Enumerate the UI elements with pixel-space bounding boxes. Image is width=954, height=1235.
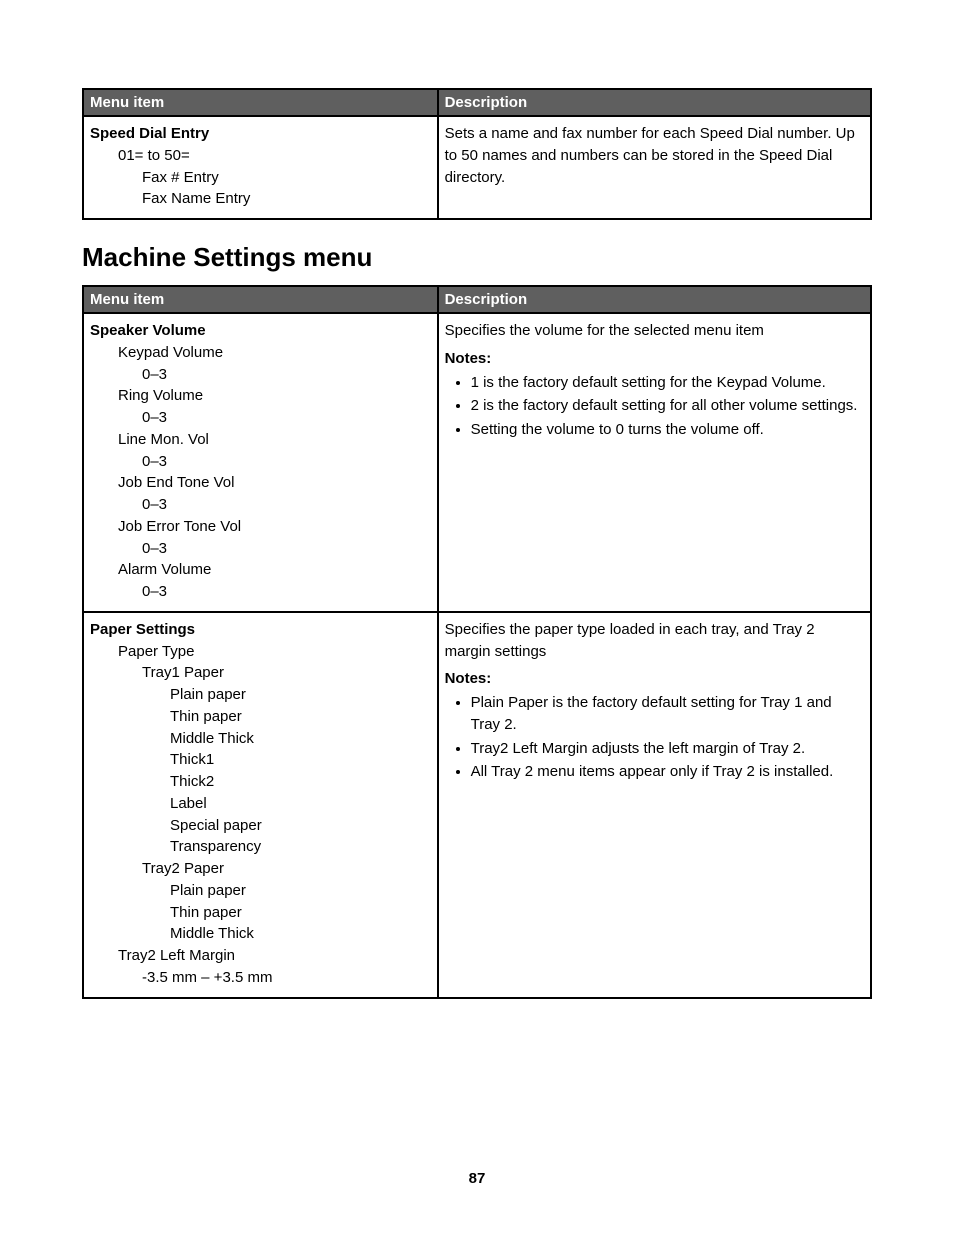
menu-sub-item: Job Error Tone Vol — [90, 516, 431, 538]
menu-option: Thin paper — [90, 902, 431, 924]
menu-sub-item: Paper Type — [90, 641, 431, 663]
menu-option: Middle Thick — [90, 728, 431, 750]
menu-item-title: Speaker Volume — [90, 320, 431, 342]
menu-item-cell: Speed Dial Entry 01= to 50= Fax # Entry … — [83, 116, 438, 219]
menu-item-cell: Paper Settings Paper Type Tray1 Paper Pl… — [83, 612, 438, 998]
header-menu-item: Menu item — [83, 286, 438, 313]
menu-sub-item: Keypad Volume — [90, 342, 431, 364]
machine-settings-table: Menu item Description Speaker Volume Key… — [82, 285, 872, 999]
note-item: Plain Paper is the factory default setti… — [471, 692, 864, 736]
menu-item-title: Speed Dial Entry — [90, 123, 431, 145]
table-header-row: Menu item Description — [83, 286, 871, 313]
note-item: 1 is the factory default setting for the… — [471, 372, 864, 394]
menu-sub-item: Alarm Volume — [90, 559, 431, 581]
table-row: Paper Settings Paper Type Tray1 Paper Pl… — [83, 612, 871, 998]
menu-option: Plain paper — [90, 880, 431, 902]
document-page: Menu item Description Speed Dial Entry 0… — [0, 0, 954, 1235]
notes-label: Notes: — [445, 668, 864, 690]
menu-option: Thick1 — [90, 749, 431, 771]
menu-range: 0–3 — [90, 407, 431, 429]
menu-range: 0–3 — [90, 451, 431, 473]
note-item: Setting the volume to 0 turns the volume… — [471, 419, 864, 441]
page-number: 87 — [0, 1170, 954, 1187]
menu-option: Transparency — [90, 836, 431, 858]
menu-range: 0–3 — [90, 364, 431, 386]
menu-range: 0–3 — [90, 538, 431, 560]
menu-sub-item: Tray2 Paper — [90, 858, 431, 880]
menu-sub-item: Tray1 Paper — [90, 662, 431, 684]
notes-label: Notes: — [445, 348, 864, 370]
description-text: Specifies the volume for the selected me… — [445, 320, 864, 342]
menu-sub-item: Job End Tone Vol — [90, 472, 431, 494]
speed-dial-table: Menu item Description Speed Dial Entry 0… — [82, 88, 872, 220]
menu-sub-item: Fax # Entry — [90, 167, 431, 189]
menu-item-cell: Speaker Volume Keypad Volume 0–3 Ring Vo… — [83, 313, 438, 612]
menu-sub-item: Line Mon. Vol — [90, 429, 431, 451]
menu-sub-item: Fax Name Entry — [90, 188, 431, 210]
header-menu-item: Menu item — [83, 89, 438, 116]
menu-range: 0–3 — [90, 581, 431, 603]
menu-option: Middle Thick — [90, 923, 431, 945]
description-cell: Sets a name and fax number for each Spee… — [438, 116, 871, 219]
note-item: 2 is the factory default setting for all… — [471, 395, 864, 417]
description-cell: Specifies the paper type loaded in each … — [438, 612, 871, 998]
menu-sub-item: Ring Volume — [90, 385, 431, 407]
notes-list: 1 is the factory default setting for the… — [445, 372, 864, 441]
header-description: Description — [438, 89, 871, 116]
description-cell: Specifies the volume for the selected me… — [438, 313, 871, 612]
description-text: Specifies the paper type loaded in each … — [445, 619, 864, 663]
table-header-row: Menu item Description — [83, 89, 871, 116]
menu-sub-item: Tray2 Left Margin — [90, 945, 431, 967]
notes-list: Plain Paper is the factory default setti… — [445, 692, 864, 783]
table-row: Speaker Volume Keypad Volume 0–3 Ring Vo… — [83, 313, 871, 612]
menu-option: Special paper — [90, 815, 431, 837]
menu-item-title: Paper Settings — [90, 619, 431, 641]
table-row: Speed Dial Entry 01= to 50= Fax # Entry … — [83, 116, 871, 219]
note-item: All Tray 2 menu items appear only if Tra… — [471, 761, 864, 783]
menu-option: Label — [90, 793, 431, 815]
note-item: Tray2 Left Margin adjusts the left margi… — [471, 738, 864, 760]
header-description: Description — [438, 286, 871, 313]
menu-option: Plain paper — [90, 684, 431, 706]
menu-option: Thin paper — [90, 706, 431, 728]
section-heading: Machine Settings menu — [82, 242, 872, 273]
menu-range: 0–3 — [90, 494, 431, 516]
menu-range: -3.5 mm – +3.5 mm — [90, 967, 431, 989]
menu-option: Thick2 — [90, 771, 431, 793]
menu-sub-item: 01= to 50= — [90, 145, 431, 167]
